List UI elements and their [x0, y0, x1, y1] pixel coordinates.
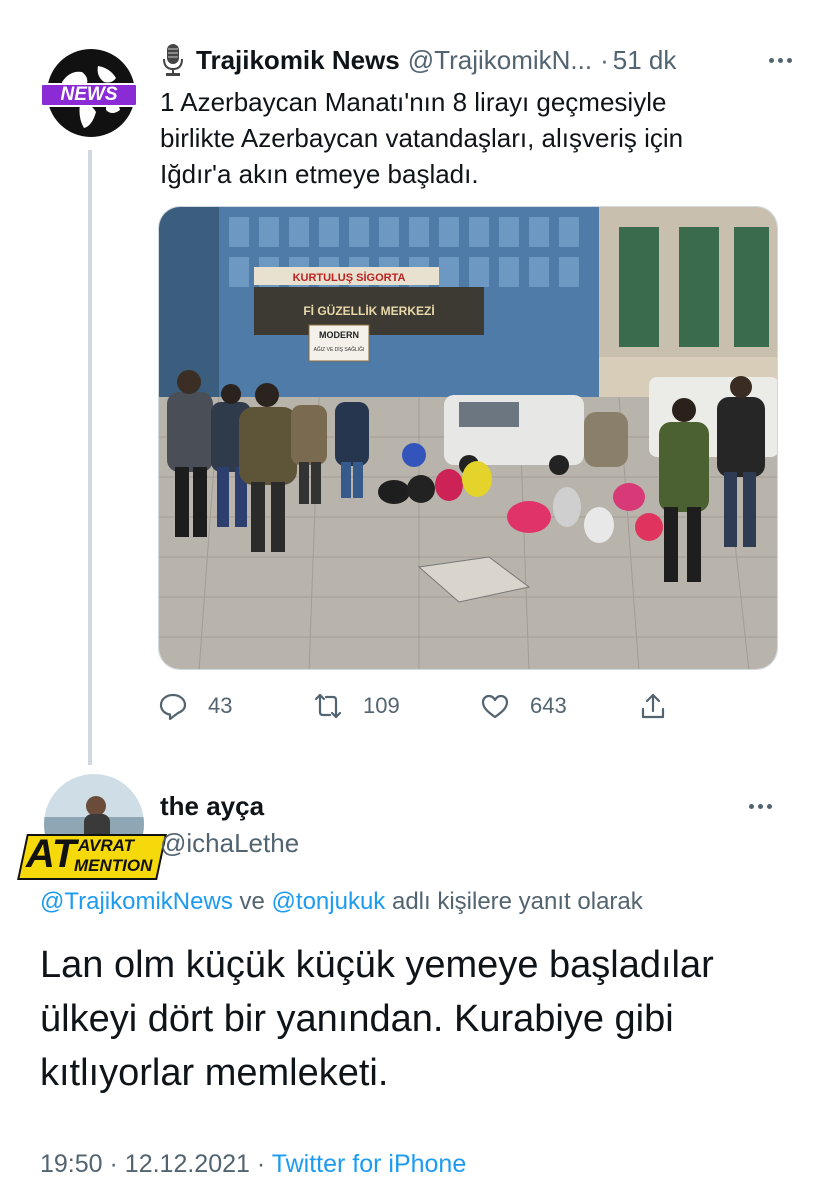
- microphone-icon: [163, 44, 183, 76]
- header-separator: ·: [600, 44, 609, 75]
- tweet-time[interactable]: 51 dk: [613, 45, 677, 76]
- share-button[interactable]: [638, 686, 668, 726]
- reply-to-suffix: adlı kişilere yanıt olarak: [391, 888, 643, 915]
- reply-text-line: kıtlıyorlar memleketi.: [40, 1052, 389, 1094]
- meta-separator: ·: [109, 1150, 118, 1178]
- photo-sign-clinic-sub: AĞIZ VE DİŞ SAĞLIĞI: [314, 346, 365, 353]
- like-button[interactable]: 643: [480, 686, 567, 726]
- replying-to: @TrajikomikNews ve @tonjukuk adlı kişile…: [40, 888, 643, 916]
- reply-date[interactable]: 12.12.2021: [125, 1150, 250, 1178]
- photo-sign-insurance: KURTULUŞ SİGORTA: [293, 271, 406, 284]
- tweet-text-line: Iğdır'a akın etmeye başladı.: [160, 159, 479, 189]
- reply-time[interactable]: 19:50: [40, 1150, 103, 1178]
- reply-meta: 19:50 · 12.12.2021 · Twitter for iPhone: [40, 1150, 466, 1179]
- reply-to-user-trajikomik[interactable]: @TrajikomikNews: [40, 888, 233, 915]
- author-handle[interactable]: @TrajikomikN...: [408, 45, 592, 76]
- share-icon: [641, 693, 665, 719]
- reply-more-options-button[interactable]: [740, 786, 780, 826]
- tweet-text-line: 1 Azerbaycan Manatı'nın 8 lirayı geçmesi…: [160, 87, 667, 117]
- heart-icon: [481, 694, 509, 719]
- thread-line: [88, 150, 92, 765]
- sticker-mention: MENTION: [74, 856, 153, 875]
- reply-to-joiner: ve: [239, 888, 265, 915]
- tweet-photo[interactable]: KURTULUŞ SİGORTA Fİ GÜZELLİK MERKEZİ MOD…: [158, 206, 778, 670]
- reply-author-handle[interactable]: @ichaLethe: [160, 828, 299, 859]
- reply-count: 43: [208, 693, 233, 718]
- reply-text: Lan olm küçük küçük yemeye başladılar ül…: [40, 938, 800, 1100]
- retweet-icon: [314, 693, 342, 719]
- tweet-text: 1 Azerbaycan Manatı'nın 8 lirayı geçmesi…: [160, 84, 780, 192]
- news-badge: NEWS: [40, 83, 138, 107]
- tweet-actions: 43 109 643: [158, 686, 678, 726]
- like-count: 643: [530, 693, 567, 718]
- reply-author-name[interactable]: the ayça: [160, 791, 264, 822]
- sticker-at: AT: [26, 832, 77, 876]
- tweet-text-line: birlikte Azerbaycan vatandaşları, alışve…: [160, 123, 684, 153]
- sticker-avrat: AVRAT: [78, 836, 135, 855]
- reply-text-line: Lan olm küçük küçük yemeye başladılar: [40, 944, 714, 986]
- reply-source[interactable]: Twitter for iPhone: [272, 1150, 467, 1178]
- author-name[interactable]: Trajikomik News: [196, 45, 400, 76]
- retweet-button[interactable]: 109: [313, 686, 400, 726]
- news-badge-label: NEWS: [60, 84, 118, 105]
- retweet-count: 109: [363, 693, 400, 718]
- tweet-header: Trajikomik News @TrajikomikN... · 51 dk: [160, 40, 800, 80]
- photo-sign-clinic: MODERN: [319, 330, 359, 340]
- reply-avatar[interactable]: AT AVRAT MENTION: [17, 772, 167, 884]
- reply-to-user-tonjukuk[interactable]: @tonjukuk: [272, 888, 386, 915]
- reply-icon: [159, 693, 187, 721]
- reply-text-line: ülkeyi dört bir yanından. Kurabiye gibi: [40, 998, 674, 1040]
- reply-button[interactable]: 43: [158, 686, 232, 726]
- meta-separator: ·: [256, 1150, 266, 1178]
- more-options-button[interactable]: [760, 40, 800, 80]
- photo-sign-mall: Fİ GÜZELLİK MERKEZİ: [303, 303, 434, 318]
